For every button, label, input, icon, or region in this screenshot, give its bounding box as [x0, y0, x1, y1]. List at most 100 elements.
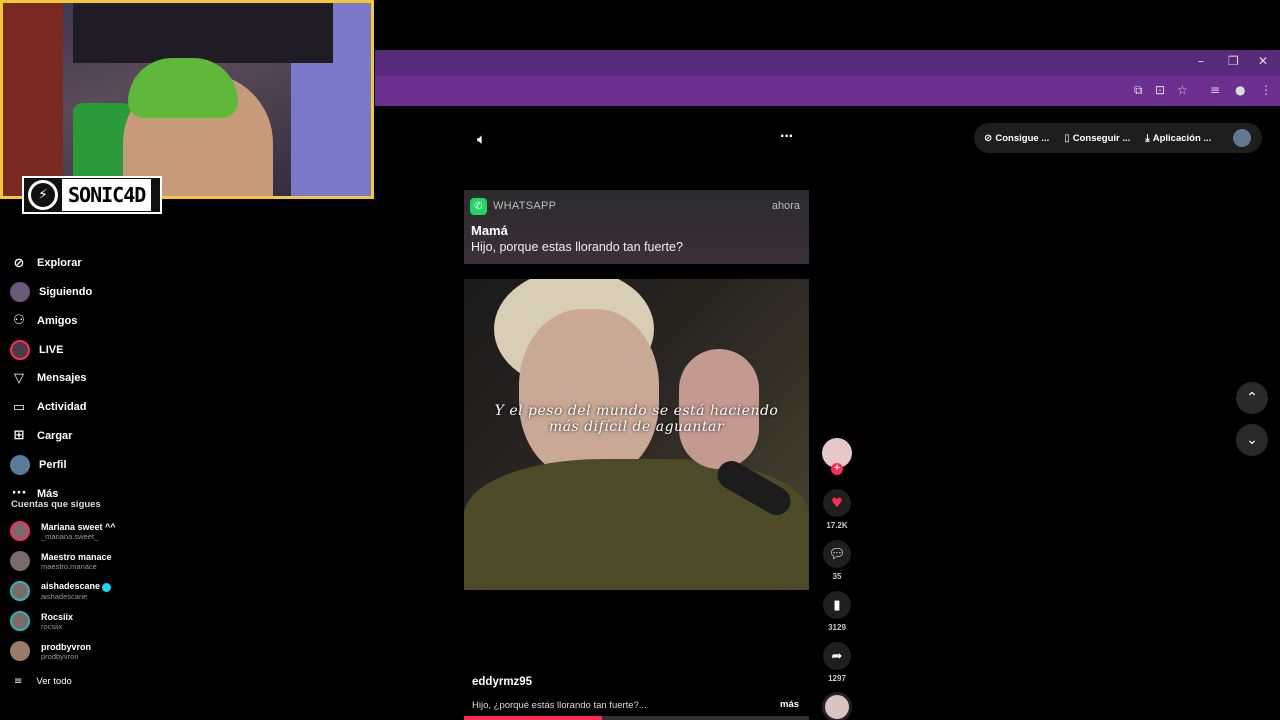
bookmark-star-icon[interactable]: ☆: [1177, 83, 1188, 97]
save-count: 3129: [828, 623, 846, 632]
account-handle: maestro.manace: [41, 561, 97, 571]
see-all-link[interactable]: ≡ Ver todo: [14, 676, 72, 687]
button-label: Conseguir ...: [1072, 132, 1131, 144]
post-caption: Hijo, ¿porqué estás llorando tan fuerte?…: [472, 700, 647, 711]
live-icon: [10, 339, 30, 360]
share-action[interactable]: ➦ 1297: [822, 642, 852, 683]
list-icon: ≡: [14, 676, 23, 687]
share-icon[interactable]: ➦: [823, 642, 851, 670]
chevron-down-icon: ⌄: [1246, 432, 1258, 448]
avatar: [10, 611, 30, 631]
follow-plus-icon[interactable]: +: [831, 463, 843, 475]
download-app-button[interactable]: ⤓ Aplicación ...: [1145, 133, 1211, 144]
following-avatar-icon: [10, 281, 30, 302]
notification-sender: Mamá: [471, 223, 508, 238]
install-app-icon[interactable]: ⊡: [1155, 83, 1165, 97]
notification-message: Hijo, porque estas llorando tan fuerte?: [471, 240, 683, 254]
button-label: Consigue ...: [995, 132, 1050, 144]
sidebar-item-label: Perfil: [39, 458, 67, 471]
sidebar-item-live[interactable]: LIVE: [0, 335, 160, 364]
comment-action[interactable]: 💬︎ 35: [822, 540, 852, 581]
sidebar-item-label: Más: [37, 487, 59, 500]
following-account[interactable]: prodbyvron prodbyvron: [10, 641, 91, 661]
sidebar-item-siguiendo[interactable]: Siguiendo: [0, 278, 160, 307]
upload-icon: ⊞: [13, 428, 25, 444]
following-account[interactable]: Mariana sweet ^^ _mariana.sweet_: [10, 521, 116, 541]
whatsapp-icon: ✆: [470, 198, 487, 215]
account-name: Mariana sweet ^^: [41, 521, 116, 532]
more-options-icon[interactable]: ···: [780, 128, 794, 146]
sidebar-item-mensajes[interactable]: ▽ Mensajes: [0, 364, 160, 393]
account-handle: prodbyvron: [41, 651, 79, 661]
heart-icon[interactable]: ♥: [823, 489, 851, 517]
like-count: 17.2K: [826, 521, 848, 530]
close-icon[interactable]: ✕: [1258, 54, 1268, 68]
sidebar-item-actividad[interactable]: ▭ Actividad: [0, 393, 160, 422]
sidebar-item-label: Amigos: [37, 314, 78, 327]
account-handle: aishadescane: [41, 591, 88, 601]
notification-app: WHATSAPP: [493, 200, 557, 212]
avatar: [10, 641, 30, 661]
media-control-icon[interactable]: ≡: [1210, 83, 1220, 97]
friends-icon: ⚇: [13, 313, 25, 329]
screen: – ❐ ✕ ⧉ ⊡ ☆ ≡ ● ⋮ ⊘ Explorar Siguiendo ⚇…: [0, 0, 1280, 720]
streamer-logo: ⚡ SONIC4D: [22, 176, 162, 214]
music-disc-icon[interactable]: [822, 692, 852, 720]
avatar: [10, 551, 30, 571]
restore-icon[interactable]: ❐: [1228, 54, 1239, 68]
activity-icon: ▭: [12, 399, 26, 415]
video-player[interactable]: Y el peso del mundo se está haciendo más…: [464, 279, 809, 590]
account-name: Maestro manace: [41, 551, 112, 562]
account-name: Rocsiix: [41, 611, 74, 622]
comment-count: 35: [832, 572, 842, 581]
share-count: 1297: [828, 674, 846, 683]
video-progress-bar[interactable]: [464, 716, 809, 720]
sidebar-item-label: Mensajes: [37, 372, 87, 385]
next-video-button[interactable]: ⌄: [1236, 424, 1268, 456]
avatar: [10, 521, 30, 541]
coin-icon: ⊘: [984, 132, 993, 144]
cam-shelf: [73, 3, 333, 63]
get-app-button[interactable]: ▯ Conseguir ...: [1064, 133, 1130, 144]
account-handle: rocsiix: [41, 621, 63, 631]
sidebar-item-label: Siguiendo: [39, 285, 93, 298]
like-action[interactable]: ♥ 17.2K: [822, 489, 852, 530]
browser-titlebar: [375, 50, 1280, 76]
cam-background: [3, 3, 63, 196]
extension-icon[interactable]: ●: [1235, 83, 1245, 97]
following-account[interactable]: aishadescane aishadescane: [10, 581, 112, 601]
logo-text: SONIC4D: [62, 179, 152, 211]
caption-more-button[interactable]: más: [780, 699, 799, 710]
download-icon: ⤓: [1145, 132, 1150, 144]
verified-icon: [102, 582, 112, 592]
previous-video-button[interactable]: ⌃: [1236, 382, 1268, 414]
sidebar-item-amigos[interactable]: ⚇ Amigos: [0, 306, 160, 335]
following-header: Cuentas que sigues: [11, 499, 101, 510]
webcam-overlay: [0, 0, 374, 199]
sidebar-item-label: Actividad: [37, 401, 87, 414]
translate-icon[interactable]: ⧉: [1134, 83, 1143, 98]
user-avatar[interactable]: [1233, 129, 1251, 147]
account-name: aishadescane: [41, 581, 101, 592]
sidebar-item-perfil[interactable]: Perfil: [0, 450, 160, 479]
cam-hat: [128, 58, 238, 118]
video-subtitle: más difícil de aguantar: [548, 419, 725, 435]
sidebar-item-cargar[interactable]: ⊞ Cargar: [0, 422, 160, 451]
sidebar-item-explorar[interactable]: ⊘ Explorar: [0, 249, 160, 278]
following-account[interactable]: Rocsiix rocsiix: [10, 611, 73, 631]
compass-icon: ⊘: [13, 255, 25, 271]
browser-menu-icon[interactable]: ⋮: [1260, 83, 1272, 97]
get-coins-button[interactable]: ⊘ Consigue ...: [984, 133, 1049, 144]
avatar: [10, 581, 30, 601]
save-action[interactable]: ▮ 3129: [822, 591, 852, 632]
minimize-icon[interactable]: –: [1198, 54, 1204, 68]
video-progress-fill: [464, 716, 602, 720]
following-account[interactable]: Maestro manace maestro.manace: [10, 551, 112, 571]
account-handle: _mariana.sweet_: [41, 531, 99, 541]
comment-icon[interactable]: 💬︎: [823, 540, 851, 568]
sidebar-item-label: LIVE: [39, 343, 64, 356]
bookmark-icon[interactable]: ▮: [823, 591, 851, 619]
volume-icon[interactable]: 🔈︎: [477, 130, 486, 148]
post-username[interactable]: eddyrmz95: [472, 676, 532, 688]
browser-toolbar: [375, 76, 1280, 106]
